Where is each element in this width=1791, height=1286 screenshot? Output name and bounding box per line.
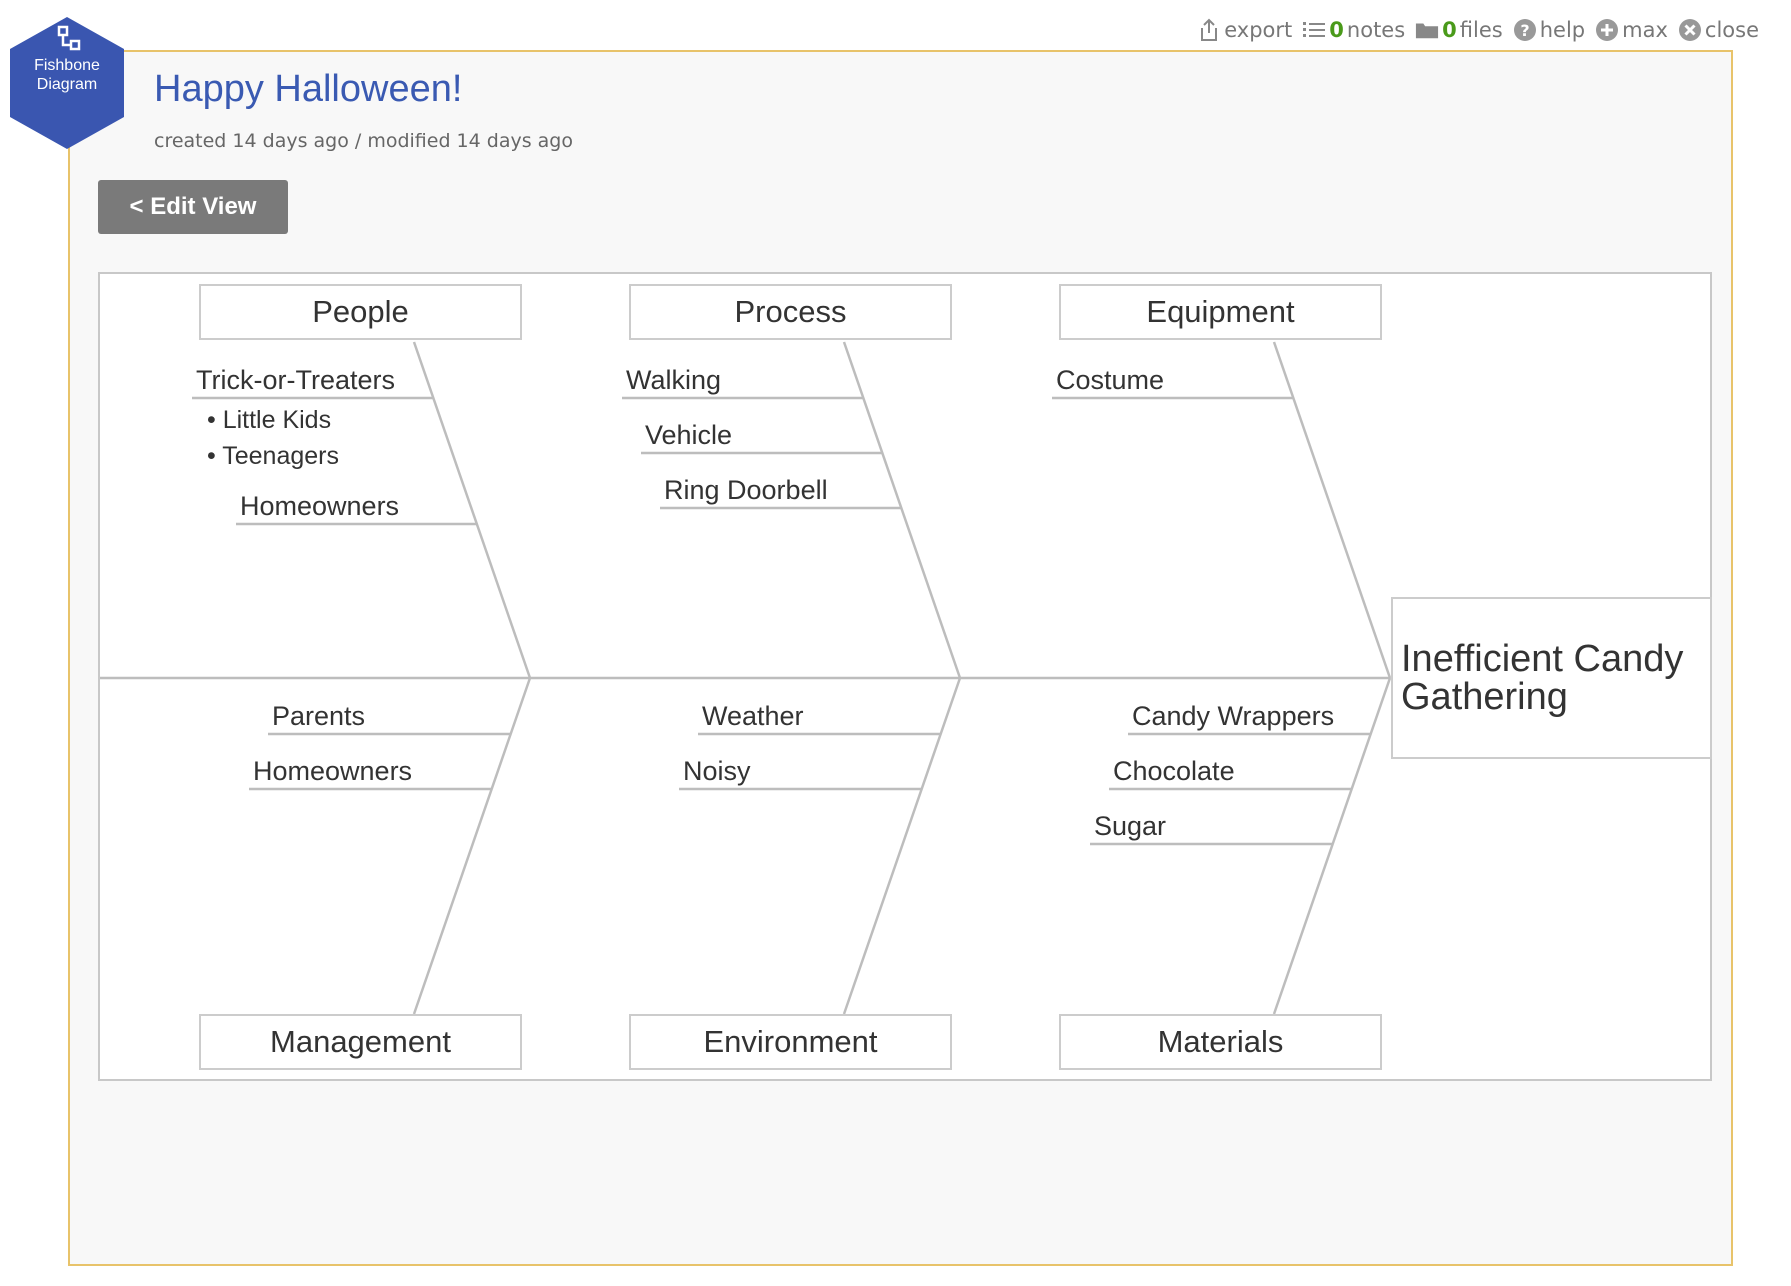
cause-candy-wrappers[interactable]: Candy Wrappers (1132, 700, 1334, 732)
files-count: 0 (1442, 18, 1457, 42)
cause-homeowners-top[interactable]: Homeowners (240, 490, 399, 522)
max-label: max (1622, 18, 1668, 42)
cause-vehicle[interactable]: Vehicle (645, 419, 732, 451)
bone-management (412, 677, 532, 1015)
cause-noisy[interactable]: Noisy (683, 755, 751, 787)
category-process[interactable]: Process (629, 284, 952, 340)
list-icon (1302, 18, 1326, 42)
edit-view-button[interactable]: < Edit View (98, 180, 288, 234)
help-label: help (1539, 18, 1586, 42)
bone-environment (842, 677, 962, 1015)
page-meta: created 14 days ago / modified 14 days a… (154, 130, 573, 152)
category-environment[interactable]: Environment (629, 1014, 952, 1070)
export-button[interactable]: export (1197, 18, 1292, 42)
export-icon (1197, 18, 1221, 42)
subcause-teenagers[interactable]: • Teenagers (207, 441, 339, 471)
cause-ring-doorbell[interactable]: Ring Doorbell (664, 474, 828, 506)
svg-text:?: ? (1520, 21, 1529, 40)
subcause-teenagers-label: Teenagers (222, 442, 339, 470)
subcause-little-kids[interactable]: • Little Kids (207, 405, 331, 435)
folder-icon (1415, 18, 1439, 42)
badge-label-line1: Fishbone (34, 57, 100, 74)
top-toolbar: export 0 notes 0 files ? help max close (1197, 12, 1759, 48)
bone-process (842, 341, 962, 679)
cause-parents[interactable]: Parents (272, 700, 365, 732)
badge-label: Fishbone Diagram (8, 56, 126, 94)
help-icon: ? (1513, 18, 1537, 42)
notes-count: 0 (1329, 18, 1344, 42)
category-materials[interactable]: Materials (1059, 1014, 1382, 1070)
badge-label-line2: Diagram (36, 76, 98, 93)
cause-chocolate[interactable]: Chocolate (1113, 755, 1235, 787)
bone-people (412, 341, 532, 679)
effect-label: Inefficient Candy Gathering (1401, 638, 1684, 718)
cause-walking[interactable]: Walking (626, 364, 721, 396)
effect-box[interactable]: Inefficient Candy Gathering (1391, 597, 1712, 759)
cause-weather[interactable]: Weather (702, 700, 804, 732)
help-button[interactable]: ? help (1513, 18, 1585, 42)
files-button[interactable]: 0 files (1415, 18, 1503, 42)
cause-costume[interactable]: Costume (1056, 364, 1164, 396)
subcause-little-kids-label: Little Kids (222, 406, 332, 434)
category-equipment[interactable]: Equipment (1059, 284, 1382, 340)
notes-button[interactable]: 0 notes (1302, 18, 1405, 42)
export-label: export (1224, 18, 1293, 42)
notes-label: notes (1346, 18, 1406, 42)
files-label: files (1459, 18, 1503, 42)
category-people[interactable]: People (199, 284, 522, 340)
close-label: close (1704, 18, 1759, 42)
fishbone-diagram: People Process Equipment Management Envi… (98, 272, 1712, 1081)
close-icon (1678, 18, 1702, 42)
max-button[interactable]: max (1595, 18, 1668, 42)
cause-trick-or-treaters[interactable]: Trick-or-Treaters (196, 364, 395, 396)
page-title: Happy Halloween! (154, 68, 463, 110)
category-management[interactable]: Management (199, 1014, 522, 1070)
cause-homeowners-bottom[interactable]: Homeowners (253, 755, 412, 787)
bone-equipment (1272, 341, 1392, 679)
cause-sugar[interactable]: Sugar (1094, 810, 1166, 842)
plus-circle-icon (1595, 18, 1619, 42)
close-button[interactable]: close (1678, 18, 1759, 42)
